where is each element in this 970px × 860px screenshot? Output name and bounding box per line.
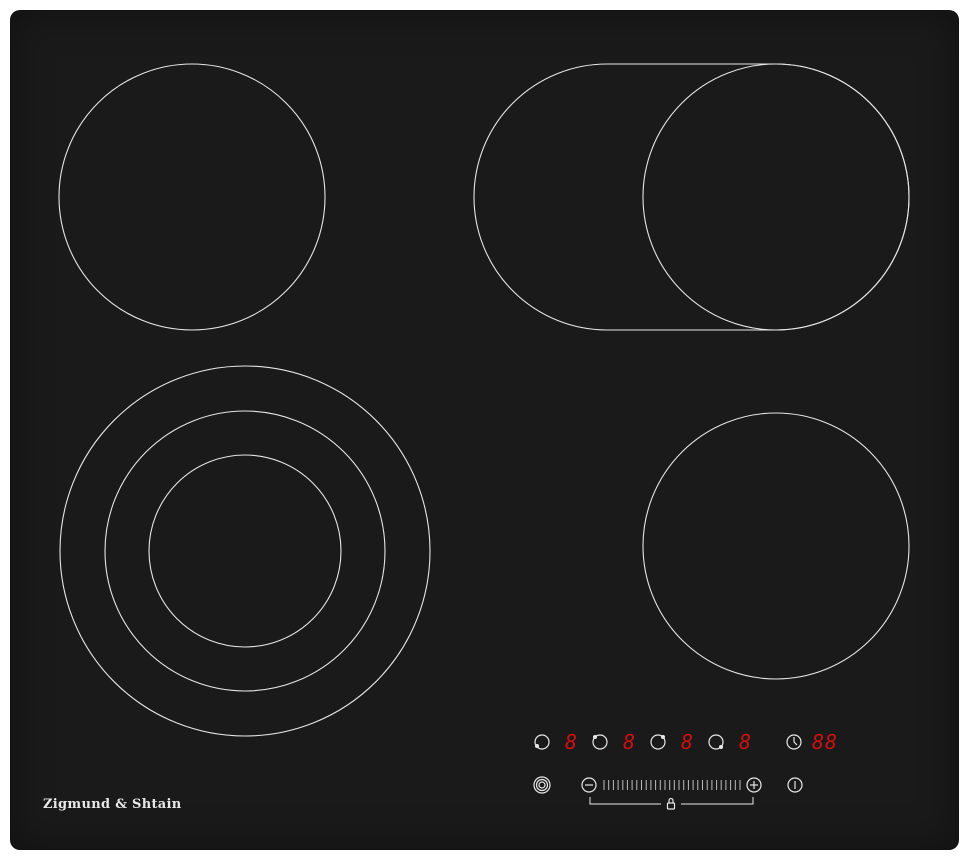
zone-rear-right-outer [473,63,910,331]
zone-front-right [642,412,910,680]
display-rear-left: 8 [565,730,578,754]
zone-select-rear-left-icon[interactable] [534,734,550,750]
power-level-slider[interactable] [603,780,741,790]
zone-front-left-middle [104,410,386,692]
display-front-right: 8 [681,730,694,754]
dual-zone-toggle-icon[interactable] [533,776,551,794]
display-rear-right: 8 [623,730,636,754]
minus-icon[interactable] [581,777,597,793]
zone-rear-right-inner [642,63,910,331]
zone-front-left-inner [148,454,342,648]
zone-select-front-right-icon[interactable] [650,734,666,750]
plus-icon[interactable] [746,777,762,793]
power-icon[interactable] [787,777,803,793]
display-front-left: 8 [739,730,752,754]
zone-select-rear-right-icon[interactable] [592,734,608,750]
lock-icon[interactable] [666,797,676,810]
brand-logo: Zigmund & Shtain [43,797,182,812]
display-timer: 88 [812,730,839,754]
zone-rear-left [58,63,326,331]
timer-clock-icon[interactable] [786,734,802,750]
zone-front-left-outer [59,365,431,737]
zone-select-front-left-icon[interactable] [708,734,724,750]
